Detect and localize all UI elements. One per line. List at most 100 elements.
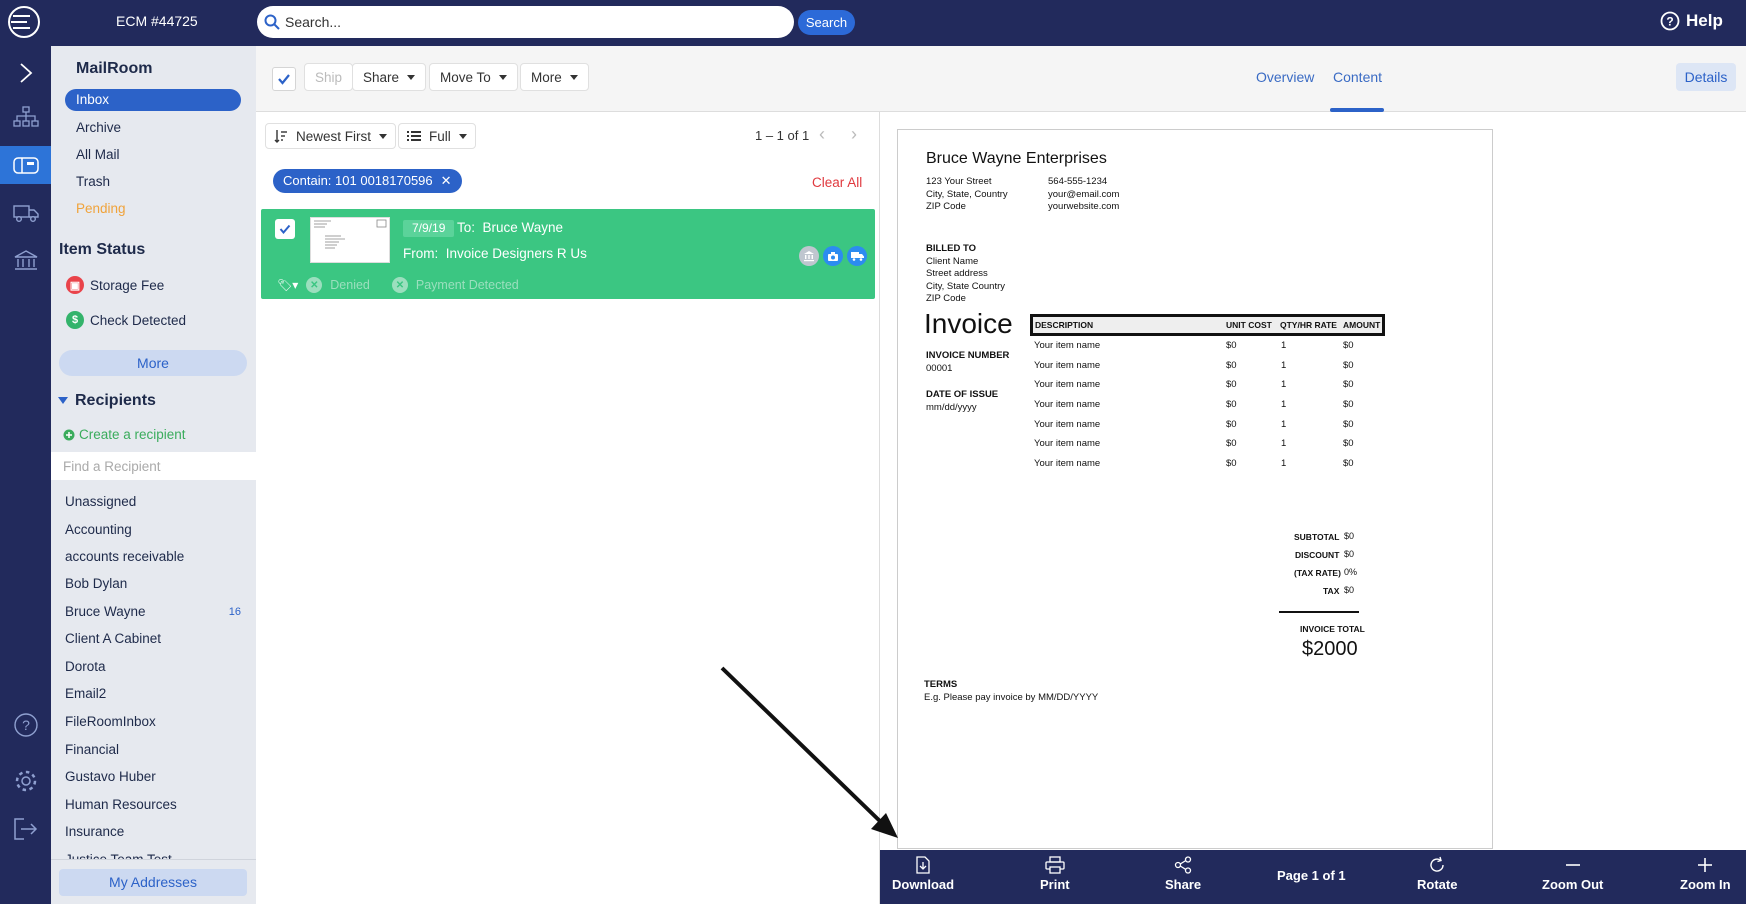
mailroom-icon[interactable] (0, 146, 51, 184)
close-icon[interactable]: ✕ (306, 277, 323, 293)
mail-list-pane: Newest First Full 1 – 1 of 1 ‹ › Contain… (256, 112, 880, 904)
doc-billed-line: ZIP Code (926, 293, 966, 304)
recipient-item[interactable]: Accounting (65, 522, 241, 537)
select-all-checkbox[interactable] (272, 67, 296, 91)
share-button[interactable]: Share (1165, 856, 1201, 892)
recipients-header[interactable]: Recipients (57, 392, 156, 410)
help-circle-icon[interactable]: ? (0, 706, 51, 744)
more-dropdown[interactable]: More (520, 63, 589, 91)
recipient-item[interactable]: FileRoomInbox (65, 714, 241, 729)
to-label: To: (457, 220, 476, 235)
recipient-item[interactable]: Unassigned (65, 494, 241, 509)
cell: $0 (1343, 359, 1354, 371)
tab-overview[interactable]: Overview (1256, 69, 1314, 85)
help-button[interactable]: ? Help (1660, 11, 1723, 31)
checkmark-icon (279, 224, 291, 234)
svg-text:?: ? (1666, 15, 1673, 29)
cell: 1 (1281, 438, 1287, 450)
recipient-item[interactable]: Financial (65, 742, 241, 757)
caret-down-icon (498, 74, 507, 80)
doc-invoice-number-label: INVOICE NUMBER (926, 350, 1010, 361)
create-recipient-link[interactable]: Create a recipient (63, 427, 186, 442)
mail-item-row[interactable]: 7/9/19 To: Bruce Wayne From: Invoice Des… (261, 209, 875, 299)
find-recipient-input[interactable] (51, 452, 256, 480)
truck-icon[interactable] (0, 194, 51, 232)
move-to-dropdown[interactable]: Move To (429, 63, 518, 91)
view-mode-dropdown[interactable]: Full (398, 123, 476, 149)
doc-address-line: ZIP Code (926, 201, 966, 212)
print-button[interactable]: Print (1040, 856, 1070, 892)
discount-value: $0 (1344, 549, 1355, 559)
recipient-item[interactable]: Bruce Wayne 16 (65, 604, 241, 619)
view-mode-label: Full (429, 128, 451, 144)
download-button[interactable]: Download (892, 856, 954, 892)
close-icon[interactable]: ✕ (391, 277, 408, 293)
sidebar-item-archive[interactable]: Archive (65, 117, 241, 139)
recipient-name: Client A Cabinet (65, 631, 162, 646)
ship-button[interactable]: Ship (304, 63, 354, 91)
bank-icon[interactable] (799, 246, 819, 266)
next-page-icon[interactable]: › (851, 124, 857, 145)
close-icon[interactable]: ✕ (441, 169, 452, 193)
print-label: Print (1040, 877, 1070, 892)
recipient-item[interactable]: Dorota (65, 659, 241, 674)
sidebar-item-pending[interactable]: Pending (65, 198, 241, 220)
doc-date-of-issue: DATE OF ISSUE mm/dd/yyyy (926, 389, 998, 414)
cell: $0 (1343, 379, 1354, 391)
clear-all-link[interactable]: Clear All (812, 175, 862, 190)
recipient-item[interactable]: Insurance (65, 824, 241, 839)
app-logo-icon[interactable] (4, 2, 44, 42)
sidebar-item-all-mail[interactable]: All Mail (65, 144, 241, 166)
truck-icon[interactable] (847, 246, 867, 266)
doc-billed-line: Street address (926, 268, 988, 279)
doc-title: Invoice (924, 308, 1013, 339)
cell: $0 (1226, 458, 1237, 470)
details-button[interactable]: Details (1676, 63, 1736, 91)
document-preview-pane: Bruce Wayne Enterprises 123 Your Street … (880, 112, 1746, 904)
search-input[interactable] (285, 12, 775, 32)
sort-dropdown[interactable]: Newest First (265, 123, 397, 149)
recipient-item[interactable]: Email2 (65, 686, 241, 701)
zoom-out-button[interactable]: Zoom Out (1542, 856, 1603, 892)
bank-icon[interactable] (0, 242, 51, 280)
rotate-button[interactable]: Rotate (1417, 856, 1457, 892)
sidebar-item-inbox[interactable]: Inbox (65, 89, 241, 111)
zoom-in-button[interactable]: Zoom In (1680, 856, 1731, 892)
org-chart-icon[interactable] (0, 98, 51, 136)
status-storage-fee[interactable]: ▣ Storage Fee (66, 276, 164, 294)
my-addresses-button[interactable]: My Addresses (59, 869, 247, 896)
logout-icon[interactable] (0, 810, 51, 848)
recipient-item[interactable]: accounts receivable (65, 549, 241, 564)
list-icon (407, 131, 421, 141)
prev-page-icon[interactable]: ‹ (819, 124, 825, 145)
envelope-thumbnail[interactable] (310, 217, 390, 263)
filter-chip[interactable]: Contain: 101 0018170596 ✕ (273, 169, 462, 193)
search-button[interactable]: Search (798, 10, 855, 35)
from-label: From: (403, 246, 439, 261)
recipient-item[interactable]: Client A Cabinet (65, 631, 241, 646)
recipient-item[interactable]: Bob Dylan (65, 576, 241, 591)
subtotal-label: SUBTOTAL (1294, 532, 1340, 542)
sidebar-item-trash[interactable]: Trash (65, 171, 241, 193)
status-check-detected[interactable]: $ Check Detected (66, 311, 186, 329)
recipient-item[interactable]: Gustavo Huber (65, 769, 241, 784)
sort-icon (274, 130, 287, 143)
recipient-name: Dorota (65, 659, 106, 674)
more-label: More (531, 69, 562, 85)
expand-chevron-icon[interactable] (0, 54, 51, 92)
gear-icon[interactable] (0, 762, 51, 800)
invoice-total-label: INVOICE TOTAL (1300, 624, 1365, 634)
account-name: ECM #44725 (116, 13, 198, 29)
tab-content[interactable]: Content (1333, 69, 1382, 85)
to-line: To: Bruce Wayne (457, 220, 563, 235)
camera-icon[interactable] (823, 246, 843, 266)
row-checkbox[interactable] (275, 219, 295, 239)
tag-dropdown-icon[interactable]: 🏷▾ (277, 278, 298, 292)
invoice-total-value: $2000 (1302, 638, 1358, 660)
from-line: From: Invoice Designers R Us (403, 246, 587, 261)
sidebar-title: MailRoom (76, 60, 153, 77)
share-dropdown[interactable]: Share (352, 63, 427, 91)
more-statuses-button[interactable]: More (59, 350, 247, 376)
recipient-item[interactable]: Human Resources (65, 797, 241, 812)
cell: $0 (1226, 418, 1237, 430)
